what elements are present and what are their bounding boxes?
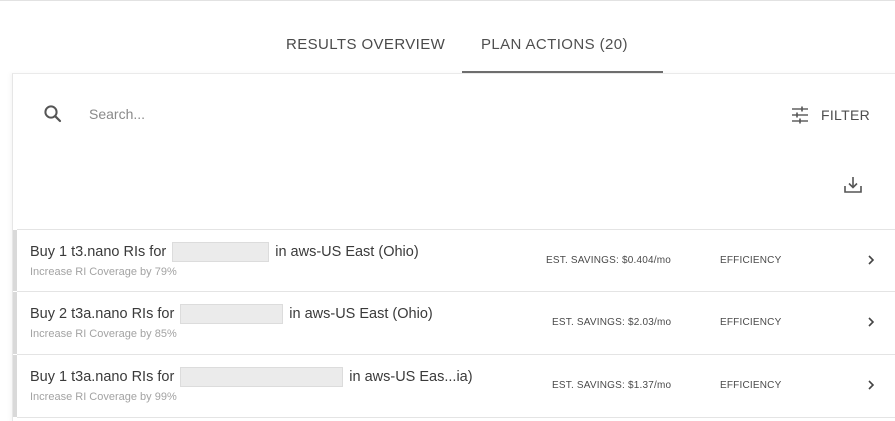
action-row[interactable]: Buy 1 t3a.nano RIs for in aws-US Eas...i… bbox=[13, 355, 895, 418]
action-category: EFFICIENCY bbox=[720, 380, 782, 391]
filter-button[interactable]: FILTER bbox=[790, 104, 870, 126]
redacted-entity bbox=[180, 367, 344, 387]
plan-view: RESULTS OVERVIEW PLAN ACTIONS (20) FILT bbox=[0, 0, 895, 421]
search-icon bbox=[44, 105, 62, 123]
est-savings: EST. SAVINGS: $1.37/mo bbox=[552, 380, 672, 391]
action-title-prefix: Buy 1 t3a.nano RIs for bbox=[30, 369, 175, 385]
est-savings: EST. SAVINGS: $0.404/mo bbox=[546, 255, 672, 266]
chevron-right-icon[interactable] bbox=[866, 379, 876, 391]
chevron-right-icon[interactable] bbox=[866, 254, 876, 266]
tab-plan-actions[interactable]: PLAN ACTIONS (20) bbox=[481, 36, 628, 53]
actions-panel: FILTER Buy 1 t3.nano RIs for in aws-US E… bbox=[12, 73, 895, 421]
action-category: EFFICIENCY bbox=[720, 317, 782, 328]
tab-bar: RESULTS OVERVIEW PLAN ACTIONS (20) bbox=[0, 1, 895, 73]
action-subtitle: Increase RI Coverage by 99% bbox=[30, 391, 177, 403]
action-title-suffix: in aws-US East (Ohio) bbox=[289, 306, 433, 322]
action-title-suffix: in aws-US East (Ohio) bbox=[275, 244, 419, 260]
tab-results-overview[interactable]: RESULTS OVERVIEW bbox=[286, 36, 445, 53]
redacted-entity bbox=[180, 304, 284, 324]
search-bar: FILTER bbox=[13, 74, 895, 154]
row-accent bbox=[13, 230, 17, 291]
action-category: EFFICIENCY bbox=[720, 255, 782, 266]
redacted-entity bbox=[172, 242, 270, 262]
action-title: Buy 1 t3.nano RIs for in aws-US East (Oh… bbox=[30, 242, 419, 262]
sliders-icon bbox=[792, 106, 808, 124]
action-title-prefix: Buy 1 t3.nano RIs for bbox=[30, 244, 167, 260]
action-title-suffix: in aws-US Eas...ia) bbox=[349, 369, 473, 385]
filter-label: FILTER bbox=[821, 107, 870, 123]
est-savings: EST. SAVINGS: $2.03/mo bbox=[552, 317, 672, 328]
action-title: Buy 2 t3a.nano RIs for in aws-US East (O… bbox=[30, 304, 433, 324]
actions-list: Buy 1 t3.nano RIs for in aws-US East (Oh… bbox=[13, 229, 895, 418]
chevron-right-icon[interactable] bbox=[866, 316, 876, 328]
search-input[interactable] bbox=[89, 102, 389, 126]
row-accent bbox=[13, 292, 17, 354]
action-title-prefix: Buy 2 t3a.nano RIs for bbox=[30, 306, 175, 322]
action-subtitle: Increase RI Coverage by 79% bbox=[30, 266, 177, 278]
row-accent bbox=[13, 355, 17, 417]
download-icon[interactable] bbox=[842, 174, 864, 196]
action-subtitle: Increase RI Coverage by 85% bbox=[30, 328, 177, 340]
action-row[interactable]: Buy 2 t3a.nano RIs for in aws-US East (O… bbox=[13, 292, 895, 355]
action-row[interactable]: Buy 1 t3.nano RIs for in aws-US East (Oh… bbox=[13, 229, 895, 292]
action-title: Buy 1 t3a.nano RIs for in aws-US Eas...i… bbox=[30, 367, 473, 387]
